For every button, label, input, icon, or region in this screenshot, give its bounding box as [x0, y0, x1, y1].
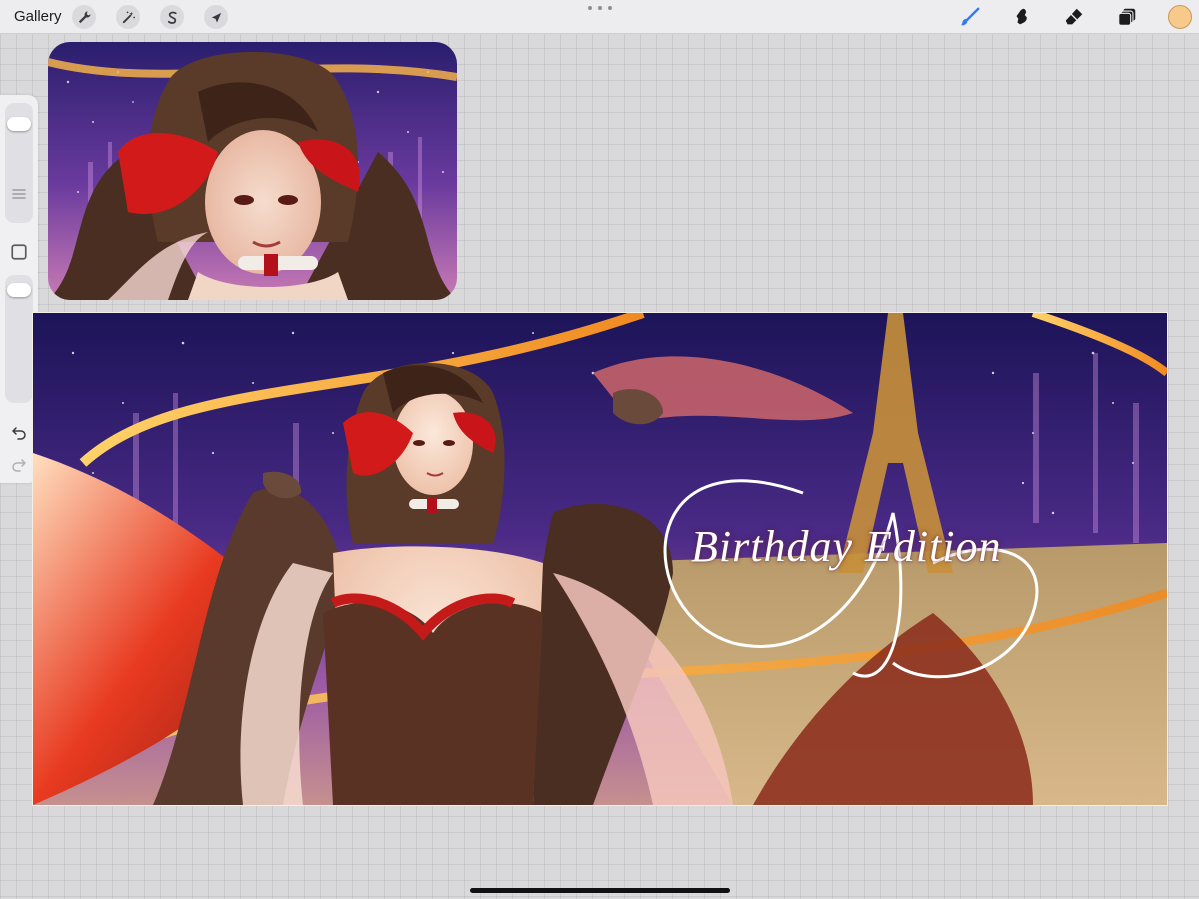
adjustments-button[interactable] [116, 5, 140, 29]
reference-illustration [48, 42, 457, 300]
brush-tool-button[interactable] [957, 4, 983, 30]
layers-button[interactable] [1114, 4, 1140, 30]
magic-wand-icon [122, 11, 135, 23]
menu-lines-icon[interactable] [8, 183, 30, 205]
brush-size-slider[interactable] [5, 103, 33, 223]
birthday-edition-title: Birthday Edition [691, 522, 1002, 571]
brush-size-thumb[interactable] [7, 117, 31, 132]
more-options-dots[interactable] [588, 2, 612, 14]
redo-icon[interactable] [8, 453, 30, 475]
top-toolbar: Gallery [0, 0, 1199, 34]
main-canvas-artwork[interactable]: Birthday Edition [32, 312, 1168, 806]
reference-image[interactable] [48, 42, 457, 300]
eraser-tool-button[interactable] [1061, 4, 1087, 30]
gallery-button[interactable]: Gallery [14, 8, 62, 25]
brush-icon [960, 7, 980, 26]
undo-icon[interactable] [8, 421, 30, 443]
selection-button[interactable] [160, 5, 184, 29]
smudge-icon [1016, 8, 1027, 25]
arrow-cursor-icon [211, 12, 221, 23]
transform-button[interactable] [204, 5, 228, 29]
selection-s-icon [167, 11, 177, 24]
square-modify-icon[interactable] [8, 241, 30, 263]
wrench-icon [78, 10, 91, 23]
home-indicator[interactable] [470, 888, 730, 893]
actions-button[interactable] [72, 5, 96, 29]
color-picker-swatch[interactable] [1168, 5, 1192, 29]
opacity-thumb[interactable] [7, 282, 31, 297]
layers-icon [1118, 8, 1136, 26]
smudge-tool-button[interactable] [1009, 4, 1035, 30]
eraser-icon [1065, 8, 1083, 25]
opacity-slider[interactable] [5, 275, 33, 403]
